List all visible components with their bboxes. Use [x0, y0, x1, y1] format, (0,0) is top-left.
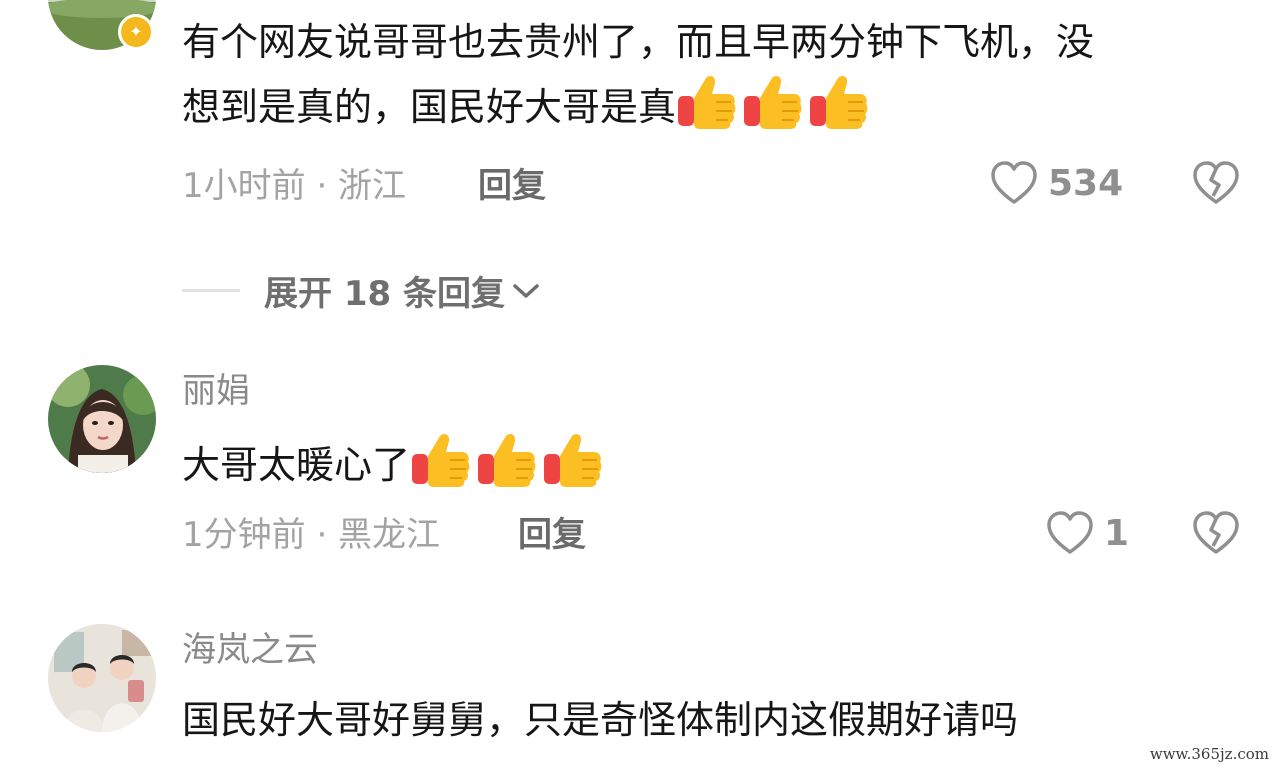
broken-heart-icon — [1193, 161, 1239, 204]
avatar[interactable] — [48, 365, 156, 473]
comment-text-line: 有个网友说哥哥也去贵州了，而且早两分钟下飞机，没 — [182, 20, 1095, 64]
thumbs-up-emoji — [744, 75, 802, 129]
avatar[interactable] — [48, 624, 156, 732]
like-button[interactable]: 534 — [990, 160, 1123, 206]
reply-button[interactable]: 回复 — [478, 166, 546, 206]
like-button[interactable]: 1 — [1046, 510, 1129, 556]
reply-button[interactable]: 回复 — [518, 515, 586, 555]
comment-content: 大哥太暖心了 — [182, 432, 1252, 497]
thumbs-up-emoji — [544, 433, 602, 487]
dislike-button[interactable] — [1192, 160, 1240, 210]
broken-heart-icon — [1193, 511, 1239, 554]
comment-text: 大哥太暖心了 — [182, 443, 411, 487]
comment-text-line: 想到是真的，国民好大哥是真 — [182, 74, 1252, 139]
like-count: 534 — [1048, 162, 1124, 204]
comment-meta: 1小时前 · 浙江 — [182, 166, 407, 206]
comment-content: 有个网友说哥哥也去贵州了，而且早两分钟下飞机，没 想到是真的，国民好大哥是真 — [182, 10, 1252, 139]
comment-username[interactable]: 丽娟 — [182, 371, 250, 411]
verified-badge-icon: ✦ — [118, 14, 154, 50]
chevron-down-icon — [513, 283, 539, 298]
comment-meta: 1分钟前 · 黑龙江 — [182, 515, 441, 555]
thumbs-up-emoji — [478, 433, 536, 487]
expand-divider — [182, 289, 240, 292]
comment-content: 国民好大哥好舅舅，只是奇怪体制内这假期好请吗 — [182, 698, 1019, 742]
expand-replies-label: 展开 18 条回复 — [264, 274, 505, 314]
thumbs-up-emoji — [678, 75, 736, 129]
thumbs-up-emoji — [412, 433, 470, 487]
like-count: 1 — [1104, 512, 1130, 554]
expand-replies-button[interactable]: 展开 18 条回复 — [182, 266, 541, 315]
watermark: www.365jz.com — [1147, 745, 1271, 763]
comment-username[interactable]: 海岚之云 — [182, 630, 318, 670]
thumbs-up-emoji — [810, 75, 868, 129]
heart-outline-icon — [1047, 511, 1093, 554]
comment-text: 想到是真的，国民好大哥是真 — [182, 85, 677, 129]
dislike-button[interactable] — [1192, 510, 1240, 560]
heart-outline-icon — [991, 161, 1037, 204]
